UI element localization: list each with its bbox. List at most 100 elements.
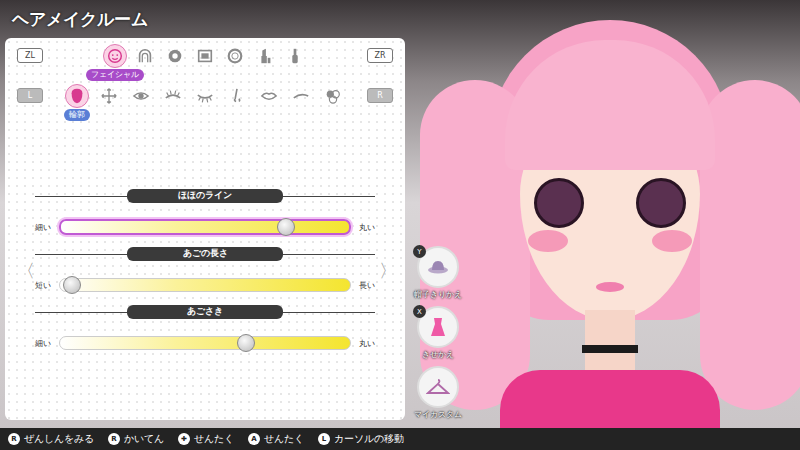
slider-max-label: 丸い — [359, 338, 375, 349]
slider-group: あごさき 細い 丸い — [35, 305, 375, 353]
part-tab[interactable] — [128, 84, 154, 108]
category-tabs: フェイシャル — [43, 44, 367, 68]
side-button-label: マイカスタム — [414, 409, 462, 420]
hint-label: かいてん — [124, 433, 164, 446]
globe-icon — [163, 44, 187, 68]
slider-min-label: 細い — [35, 222, 51, 233]
next-category-button[interactable]: ZR — [367, 48, 393, 63]
side-button-key: X — [413, 305, 426, 318]
main-area: ZL フェイシャル ZR L 輪郭 R 〈 ほほのライン 細い 丸いあごの長さ … — [0, 38, 800, 428]
part-tab[interactable] — [256, 84, 282, 108]
slider-track[interactable] — [59, 219, 351, 235]
slider-area: 〈 ほほのライン 細い 丸いあごの長さ 短い 長いあごさき 細い 丸い 〉 — [17, 130, 393, 412]
part-tab[interactable] — [96, 84, 122, 108]
next-page-button[interactable]: 〉 — [379, 259, 393, 283]
part-tab[interactable] — [160, 84, 186, 108]
part-tab[interactable] — [192, 84, 218, 108]
slider-min-label: 細い — [35, 338, 51, 349]
character-blush — [528, 230, 568, 252]
side-button-label: 帽子きりかえ — [414, 289, 462, 300]
contour-icon — [65, 84, 89, 108]
hint-item: R ぜんしんをみる — [8, 433, 94, 446]
category-tab[interactable] — [253, 44, 277, 68]
lips-icon — [257, 84, 281, 108]
prev-part-button[interactable]: L — [17, 88, 43, 103]
hint-item: A せんたく — [248, 433, 304, 446]
nose-icon — [225, 84, 249, 108]
slider-label: あごさき — [127, 305, 283, 319]
screen-title: ヘアメイクルーム — [12, 8, 148, 31]
hat-icon: Y — [417, 246, 459, 288]
hint-label: せんたく — [194, 433, 234, 446]
prev-category-button[interactable]: ZL — [17, 48, 43, 63]
side-buttons: Y 帽子きりかえ X きせかえ マイカスタム — [405, 38, 481, 428]
face-icon — [103, 44, 127, 68]
side-button[interactable]: X きせかえ — [411, 306, 465, 360]
part-tabs: 輪郭 — [43, 84, 367, 108]
lipstick-icon — [253, 44, 277, 68]
character-eye — [534, 178, 584, 228]
character-eye — [636, 178, 686, 228]
hint-item: ✚ せんたく — [178, 433, 234, 446]
polish-icon — [283, 44, 307, 68]
part-tab[interactable] — [288, 84, 314, 108]
slider-row: 細い 丸い — [35, 217, 375, 237]
category-tab-badge: フェイシャル — [86, 69, 144, 81]
hint-label: カーソルの移動 — [334, 433, 404, 446]
side-button[interactable]: Y 帽子きりかえ — [411, 246, 465, 300]
side-button[interactable]: マイカスタム — [411, 366, 465, 420]
slider-header: あごの長さ — [35, 247, 375, 261]
slider-track[interactable] — [59, 336, 351, 350]
cheek-icon — [321, 84, 345, 108]
slider-track[interactable] — [59, 278, 351, 292]
side-button-label: きせかえ — [422, 349, 454, 360]
category-tab[interactable] — [133, 44, 157, 68]
slider-knob[interactable] — [237, 334, 255, 352]
frame-icon — [193, 44, 217, 68]
slider-list: ほほのライン 細い 丸いあごの長さ 短い 長いあごさき 細い 丸い — [31, 189, 379, 353]
hanger-icon — [417, 366, 459, 408]
character-blush — [652, 230, 692, 252]
slider-max-label: 丸い — [359, 222, 375, 233]
hint-label: せんたく — [264, 433, 304, 446]
brow-icon — [289, 84, 313, 108]
hint-key: ✚ — [178, 433, 190, 445]
part-tab-row: L 輪郭 R — [17, 84, 393, 130]
slider-label: ほほのライン — [127, 189, 283, 203]
slider-row: 短い 長い — [35, 275, 375, 295]
slider-knob[interactable] — [277, 218, 295, 236]
lash-icon — [161, 84, 185, 108]
dress-icon: X — [417, 306, 459, 348]
move-icon — [97, 84, 121, 108]
side-button-key: Y — [413, 245, 426, 258]
ring-icon — [223, 44, 247, 68]
slider-header: ほほのライン — [35, 189, 375, 203]
category-tab[interactable]: フェイシャル — [103, 44, 127, 68]
slider-row: 細い 丸い — [35, 333, 375, 353]
prev-page-button[interactable]: 〈 — [17, 259, 31, 283]
slider-knob[interactable] — [63, 276, 81, 294]
lash2-icon — [193, 84, 217, 108]
part-tab[interactable]: 輪郭 — [64, 84, 90, 108]
character-choker — [582, 345, 638, 353]
category-tab[interactable] — [283, 44, 307, 68]
next-part-button[interactable]: R — [367, 88, 393, 103]
category-tab[interactable] — [193, 44, 217, 68]
character-pigtail — [700, 80, 800, 410]
hint-label: ぜんしんをみる — [24, 433, 94, 446]
part-tab[interactable] — [320, 84, 346, 108]
edit-panel: ZL フェイシャル ZR L 輪郭 R 〈 ほほのライン 細い 丸いあごの長さ … — [5, 38, 405, 420]
character-neck — [585, 310, 635, 370]
slider-header: あごさき — [35, 305, 375, 319]
hint-key: R — [8, 433, 20, 445]
hair-makeup-screen: ヘアメイクルーム ZL フェイシャル ZR L 輪郭 R 〈 ほほのライン 細い… — [0, 0, 800, 450]
title-bar: ヘアメイクルーム — [0, 0, 800, 38]
hint-bar: R ぜんしんをみるR かいてん✚ せんたくA せんたくL カーソルの移動 — [0, 428, 800, 450]
eye-icon — [129, 84, 153, 108]
slider-min-label: 短い — [35, 280, 51, 291]
slider-max-label: 長い — [359, 280, 375, 291]
part-tab[interactable] — [224, 84, 250, 108]
part-tab-badge: 輪郭 — [64, 109, 90, 121]
category-tab[interactable] — [163, 44, 187, 68]
category-tab[interactable] — [223, 44, 247, 68]
